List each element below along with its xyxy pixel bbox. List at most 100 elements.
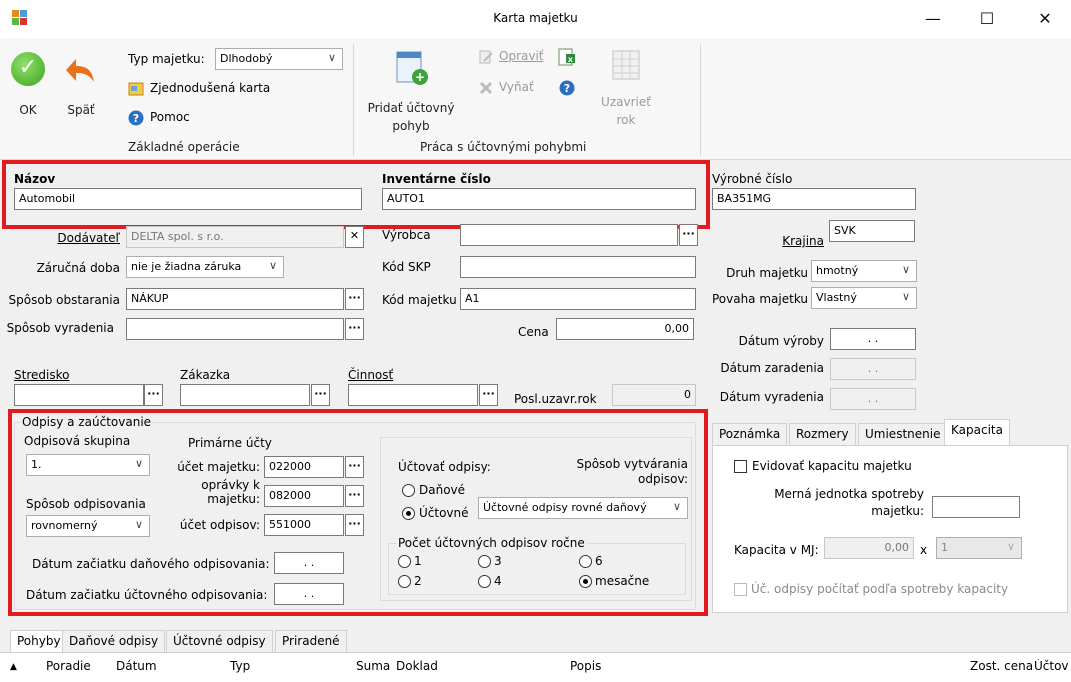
- tab-note[interactable]: Poznámka: [712, 423, 788, 445]
- radio-count-4[interactable]: [478, 575, 491, 588]
- column-sum[interactable]: Suma: [356, 659, 390, 673]
- ok-button[interactable]: OK: [8, 48, 48, 123]
- svg-text:+: +: [415, 70, 425, 84]
- radio-count-2[interactable]: [398, 575, 411, 588]
- asset-account-input[interactable]: 022000: [264, 456, 344, 478]
- disposal-date-input[interactable]: . .: [830, 388, 916, 410]
- radio-tax[interactable]: [402, 484, 415, 497]
- acquisition-browse-button[interactable]: ···: [345, 288, 364, 310]
- track-capacity-checkbox[interactable]: [734, 460, 747, 473]
- price-input[interactable]: 0,00: [556, 318, 694, 340]
- help-button[interactable]: ? Pomoc: [128, 109, 228, 129]
- activity-browse-button[interactable]: ···: [479, 384, 498, 406]
- column-document[interactable]: Doklad: [396, 659, 438, 673]
- manufacturer-browse-button[interactable]: ···: [679, 224, 698, 246]
- help-label: Pomoc: [150, 110, 190, 124]
- column-type[interactable]: Typ: [230, 659, 250, 673]
- tab-moves[interactable]: Pohyby: [10, 630, 68, 652]
- excel-export-icon[interactable]: x: [558, 48, 576, 66]
- close-year-button[interactable]: Uzavrieť rok: [598, 44, 654, 136]
- radio-count-3[interactable]: [478, 555, 491, 568]
- tab-assigned[interactable]: Priradené: [275, 630, 347, 652]
- depreciation-account-input[interactable]: 551000: [264, 514, 344, 536]
- capacity-input[interactable]: 0,00: [824, 537, 914, 559]
- tab-location[interactable]: Umiestnenie: [858, 423, 948, 445]
- name-input[interactable]: Automobil: [14, 188, 362, 210]
- close-window-button[interactable]: ✕: [1022, 0, 1068, 38]
- cost-center-input[interactable]: [14, 384, 144, 406]
- chevron-down-icon: ∨: [327, 51, 336, 64]
- acquisition-method-input[interactable]: NÁKUP: [126, 288, 344, 310]
- count-per-year-label: Počet účtovných odpisov ročne: [396, 536, 587, 550]
- skp-code-input[interactable]: [460, 256, 696, 278]
- activity-input[interactable]: [348, 384, 478, 406]
- depreciation-group-select[interactable]: 1. ∨: [26, 454, 150, 476]
- capacity-unit-select[interactable]: 1 ∨: [936, 537, 1022, 559]
- ribbon: OK Späť Typ majetku: Dlhodobý ∨ Zjednodu…: [0, 38, 1071, 160]
- tab-tax-depreciation[interactable]: Daňové odpisy: [62, 630, 166, 652]
- add-accounting-move-button[interactable]: + Pridať účtovný pohyb: [366, 44, 456, 136]
- country-label: Krajina: [782, 234, 824, 248]
- depreciation-account-browse-button[interactable]: ···: [345, 514, 364, 536]
- tab-accounting-depreciation[interactable]: Účtovné odpisy: [166, 630, 273, 652]
- capacity-depreciation-checkbox[interactable]: [734, 583, 747, 596]
- production-date-input[interactable]: . .: [830, 328, 916, 350]
- column-order[interactable]: Poradie: [46, 659, 91, 673]
- tab-dimensions[interactable]: Rozmery: [789, 423, 856, 445]
- radio-count-3-label: 3: [494, 554, 502, 568]
- radio-accounting[interactable]: [402, 507, 415, 520]
- disposal-browse-button[interactable]: ···: [345, 318, 364, 340]
- help-icon[interactable]: ?: [559, 80, 575, 96]
- column-account[interactable]: Účtov: [1034, 659, 1071, 673]
- asset-type-label: Typ majetku:: [128, 52, 205, 66]
- radio-count-1[interactable]: [398, 555, 411, 568]
- depreciation-group-select-label: Odpisová skupina: [24, 434, 131, 448]
- country-input[interactable]: SVK: [829, 220, 915, 242]
- inventory-number-input[interactable]: AUTO1: [382, 188, 696, 210]
- adjustment-account-browse-button[interactable]: ···: [345, 485, 364, 507]
- column-date[interactable]: Dátum: [116, 659, 157, 673]
- warranty-select[interactable]: nie je žiadna záruka ∨: [126, 256, 284, 278]
- adjustment-account-input[interactable]: 082000: [264, 485, 344, 507]
- column-residual-value[interactable]: Zost. cena: [970, 659, 1033, 673]
- remove-button[interactable]: Vyňať: [478, 79, 550, 99]
- edit-button[interactable]: Opraviť: [478, 48, 550, 68]
- depreciation-group-value: 1.: [31, 458, 42, 471]
- cost-center-browse-button[interactable]: ···: [144, 384, 163, 406]
- simple-card-button[interactable]: Zjednodušená karta: [128, 80, 288, 100]
- maximize-button[interactable]: ☐: [964, 0, 1010, 38]
- asset-nature-select[interactable]: Vlastný ∨: [811, 287, 917, 309]
- radio-count-2-label: 2: [414, 574, 422, 588]
- column-description[interactable]: Popis: [570, 659, 601, 673]
- manufacturer-input[interactable]: [460, 224, 678, 246]
- asset-code-input[interactable]: A1: [460, 288, 696, 310]
- radio-count-6[interactable]: [579, 555, 592, 568]
- tab-capacity[interactable]: Kapacita: [944, 419, 1010, 445]
- order-input[interactable]: [180, 384, 310, 406]
- depreciation-method-select[interactable]: rovnomerný ∨: [26, 515, 150, 537]
- tax-depreciation-start-input[interactable]: . .: [274, 552, 344, 574]
- creation-method-select[interactable]: Účtovné odpisy rovné daňový ∨: [478, 497, 688, 519]
- depreciation-group-label: Odpisy a zaúčtovanie: [20, 415, 154, 429]
- ok-check-icon: [11, 52, 45, 86]
- title-bar: Karta majetku — ☐ ✕: [0, 0, 1071, 38]
- disposal-method-input[interactable]: [126, 318, 344, 340]
- clear-supplier-button[interactable]: ✕: [345, 226, 364, 248]
- asset-account-browse-button[interactable]: ···: [345, 456, 364, 478]
- asset-kind-select[interactable]: hmotný ∨: [811, 260, 917, 282]
- remove-label: Vyňať: [499, 80, 534, 94]
- serial-number-label: Výrobné číslo: [712, 172, 793, 186]
- back-button[interactable]: Späť: [58, 48, 104, 123]
- radio-count-monthly[interactable]: [579, 575, 592, 588]
- accounting-depreciation-start-input[interactable]: . .: [274, 583, 344, 605]
- ok-label: OK: [19, 103, 37, 117]
- sort-up-icon[interactable]: ▲: [10, 662, 17, 672]
- order-browse-button[interactable]: ···: [311, 384, 330, 406]
- consumption-unit-input[interactable]: [932, 496, 1020, 518]
- serial-number-input[interactable]: BA351MG: [712, 188, 916, 210]
- inclusion-date-input[interactable]: . .: [830, 358, 916, 380]
- minimize-button[interactable]: —: [910, 0, 956, 38]
- asset-type-select[interactable]: Dlhodobý ∨: [215, 48, 343, 70]
- asset-kind-label: Druh majetku: [726, 266, 808, 280]
- supplier-input[interactable]: DELTA spol. s r.o.: [126, 226, 344, 248]
